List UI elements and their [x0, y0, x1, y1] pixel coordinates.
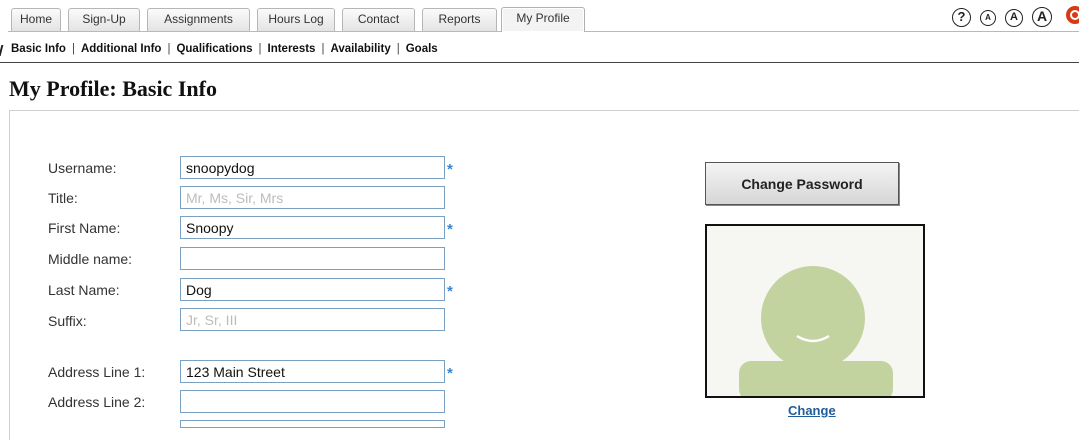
tab-my-profile[interactable]: My Profile — [501, 7, 585, 32]
subnav-separator: | — [396, 43, 400, 55]
subnav-separator: | — [71, 43, 75, 55]
address-line-1-label: Address Line 1: — [48, 364, 146, 380]
subnav-separator: | — [321, 43, 325, 55]
required-marker: * — [447, 283, 453, 300]
tab-assignments[interactable]: Assignments — [147, 8, 250, 31]
subnav-additional-info[interactable]: Additional Info — [81, 43, 161, 55]
text-size-small-icon[interactable]: A — [980, 10, 996, 26]
last-name-field[interactable] — [180, 278, 445, 301]
middle-name-field[interactable] — [180, 247, 445, 270]
help-icon[interactable]: ? — [952, 8, 971, 27]
required-marker: * — [447, 365, 453, 382]
subnav-edge-mark — [0, 45, 9, 56]
tab-reports[interactable]: Reports — [422, 8, 497, 31]
required-marker: * — [447, 221, 453, 238]
profile-photo — [705, 224, 925, 398]
title-label: Title: — [48, 190, 78, 206]
suffix-label: Suffix: — [48, 313, 87, 329]
subnav-separator: | — [167, 43, 171, 55]
username-field[interactable] — [180, 156, 445, 179]
text-size-medium-icon[interactable]: A — [1005, 9, 1023, 27]
address-line-2-field[interactable] — [180, 390, 445, 413]
address-line-1-field[interactable] — [180, 360, 445, 383]
next-field-partial[interactable] — [180, 420, 445, 428]
subnav-qualifications[interactable]: Qualifications — [176, 43, 252, 55]
username-label: Username: — [48, 160, 117, 176]
subnav-basic-info[interactable]: Basic Info — [11, 43, 66, 55]
first-name-label: First Name: — [48, 220, 121, 236]
last-name-label: Last Name: — [48, 282, 120, 298]
profile-subnav: Basic Info | Additional Info | Qualification… — [11, 43, 438, 55]
avatar-placeholder-icon — [739, 266, 893, 396]
tab-sign-up[interactable]: Sign-Up — [68, 8, 140, 31]
suffix-field[interactable] — [180, 308, 445, 331]
address-line-2-label: Address Line 2: — [48, 394, 146, 410]
subnav-goals[interactable]: Goals — [406, 43, 438, 55]
tab-contact[interactable]: Contact — [342, 8, 415, 31]
middle-name-label: Middle name: — [48, 251, 133, 267]
subnav-availability[interactable]: Availability — [330, 43, 390, 55]
subnav-interests[interactable]: Interests — [268, 43, 316, 55]
change-photo-link[interactable]: Change — [788, 403, 836, 418]
title-field[interactable] — [180, 186, 445, 209]
tab-home[interactable]: Home — [11, 8, 61, 31]
change-password-button[interactable]: Change Password — [705, 162, 899, 205]
subnav-separator: | — [258, 43, 262, 55]
required-marker: * — [447, 161, 453, 178]
tab-hours-log[interactable]: Hours Log — [257, 8, 335, 31]
page-title: My Profile: Basic Info — [9, 76, 217, 101]
logout-power-icon[interactable] — [1066, 6, 1079, 24]
text-size-large-icon[interactable]: A — [1032, 7, 1052, 27]
subnav-divider — [0, 62, 1079, 63]
main-tab-bar: Home Sign-Up Assignments Hours Log Conta… — [0, 0, 1079, 32]
first-name-field[interactable] — [180, 216, 445, 239]
